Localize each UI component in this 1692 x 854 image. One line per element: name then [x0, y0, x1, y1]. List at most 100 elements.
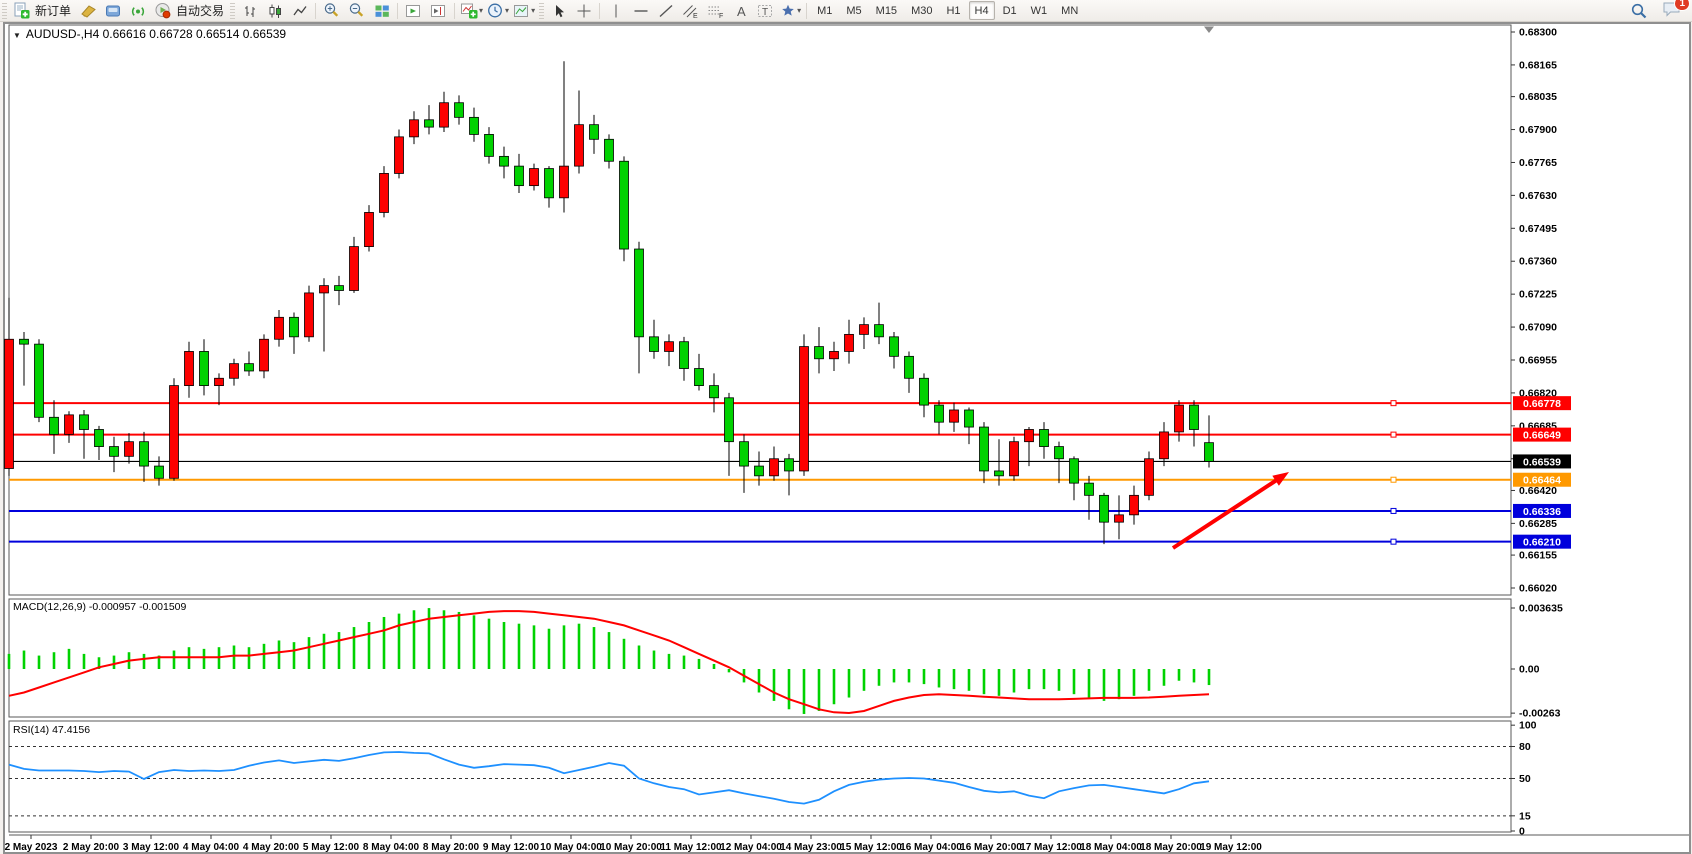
line-handle-0.66778[interactable] [1391, 401, 1396, 406]
line-handle-0.66336[interactable] [1391, 508, 1396, 513]
zoom-out-button[interactable] [344, 1, 369, 20]
candle-down [515, 166, 524, 186]
timeframe-button-w1[interactable]: W1 [1025, 1, 1054, 20]
candle-down [245, 364, 254, 371]
candle-down [605, 139, 614, 161]
toolbar-grip[interactable] [539, 3, 544, 19]
time-tick-label: 11 May 12:00 [660, 842, 722, 853]
candle-down [980, 427, 989, 471]
price-tick-label: 0.66420 [1519, 485, 1557, 497]
text-label-button[interactable]: T [753, 1, 778, 20]
templates-button[interactable]: ▾ [511, 1, 537, 20]
time-tick-label: 18 May 04:00 [1080, 842, 1142, 853]
toolbar-grip[interactable] [230, 3, 235, 19]
candle-down [740, 442, 749, 466]
signals-button[interactable] [125, 1, 150, 20]
rsi-tick-label: 15 [1519, 810, 1531, 822]
trendline-button[interactable] [653, 1, 678, 20]
autotrading-button[interactable] [150, 1, 175, 20]
rsi-tick-label: 0 [1519, 826, 1525, 838]
bar-chart-icon [242, 3, 258, 19]
time-tick-label: 4 May 04:00 [183, 842, 240, 853]
terminal-button[interactable] [100, 1, 125, 20]
vertical-line-button[interactable] [603, 1, 628, 20]
horizontal-line-button[interactable] [628, 1, 653, 20]
price-tick-label: 0.68035 [1519, 91, 1557, 103]
candle-down [965, 410, 974, 427]
chart-shift-icon [430, 3, 447, 19]
new-order-label[interactable]: 新订单 [35, 2, 71, 19]
candle-up [230, 364, 239, 379]
macd-tick-label: 0.00 [1519, 664, 1540, 676]
arrows-objects-icon [780, 3, 796, 19]
equidistant-channel-button[interactable]: E [678, 1, 703, 20]
candle-down [890, 337, 899, 357]
candle-down [50, 417, 59, 434]
text-button[interactable]: A [728, 1, 753, 20]
candle-down [470, 117, 479, 134]
toolbar-grip[interactable] [2, 3, 7, 19]
line-handle-0.66649[interactable] [1391, 432, 1396, 437]
line-handle-0.66210[interactable] [1391, 539, 1396, 544]
auto-scroll-button[interactable] [401, 1, 426, 20]
price-badge-label: 0.66464 [1523, 475, 1561, 487]
timeframe-button-m5[interactable]: M5 [840, 1, 867, 20]
bar-chart-button[interactable] [237, 1, 262, 20]
chart-styles-button[interactable] [75, 1, 100, 20]
price-tick-label: 0.67360 [1519, 256, 1557, 268]
signal-icon [130, 3, 146, 19]
autotrading-label[interactable]: 自动交易 [176, 2, 224, 19]
notifications-button[interactable]: 1 [1662, 0, 1682, 22]
search-icon[interactable] [1630, 2, 1648, 20]
candle-down [725, 398, 734, 442]
indicators-button[interactable]: ▾ [458, 1, 485, 20]
candle-down [1070, 459, 1079, 483]
line-chart-button[interactable] [287, 1, 312, 20]
candle-down [155, 466, 164, 478]
svg-text:T: T [762, 7, 768, 18]
arrows-objects-button[interactable]: ▾ [778, 1, 803, 20]
price-tick-label: 0.67090 [1519, 322, 1557, 334]
fibonacci-button[interactable]: F [703, 1, 728, 20]
candle-down [620, 161, 629, 249]
line-handle-0.66464[interactable] [1391, 477, 1396, 482]
candlestick-chart-button[interactable] [262, 1, 287, 20]
timeframe-button-m1[interactable]: M1 [811, 1, 838, 20]
price-tick-label: 0.66285 [1519, 518, 1557, 530]
toolbar-right: 1 [1630, 0, 1682, 21]
toolbar-separator [397, 3, 398, 19]
time-tick-label: 10 May 04:00 [540, 842, 602, 853]
tile-windows-icon [374, 3, 390, 19]
candle-down [1205, 443, 1214, 462]
timeframe-button-m15[interactable]: M15 [870, 1, 903, 20]
candle-down [1085, 483, 1094, 495]
candle-down [1040, 429, 1049, 446]
crosshair-button[interactable] [571, 1, 596, 20]
new-order-button[interactable] [9, 1, 34, 20]
timeframe-button-mn[interactable]: MN [1055, 1, 1084, 20]
time-tick-label: 8 May 04:00 [363, 842, 420, 853]
channel-icon: E [682, 3, 699, 19]
main-price-panel[interactable] [9, 25, 1511, 595]
zoom-out-icon [348, 2, 365, 19]
timeframe-button-h1[interactable]: H1 [940, 1, 966, 20]
timeframe-button-h4[interactable]: H4 [969, 1, 995, 20]
price-tick-label: 0.66955 [1519, 354, 1557, 366]
chart-shift-button[interactable] [426, 1, 451, 20]
text-label-icon: T [757, 3, 774, 19]
candle-down [110, 447, 119, 457]
chart-expand-arrow[interactable]: ▼ [13, 31, 21, 40]
timeframe-group: M1M5M15M30H1H4D1W1MN [810, 1, 1085, 20]
candle-down [680, 342, 689, 369]
cursor-button[interactable] [546, 1, 571, 20]
trendline-icon [658, 3, 674, 19]
candle-down [80, 415, 89, 430]
timeframe-button-d1[interactable]: D1 [997, 1, 1023, 20]
candle-up [1025, 429, 1034, 441]
tile-windows-button[interactable] [369, 1, 394, 20]
chart-canvas[interactable]: 0.683000.681650.680350.679000.677650.676… [4, 23, 1690, 853]
timeframe-button-m30[interactable]: M30 [905, 1, 938, 20]
candle-up [350, 247, 359, 291]
zoom-in-button[interactable] [319, 1, 344, 20]
periods-button[interactable]: ▾ [485, 1, 511, 20]
